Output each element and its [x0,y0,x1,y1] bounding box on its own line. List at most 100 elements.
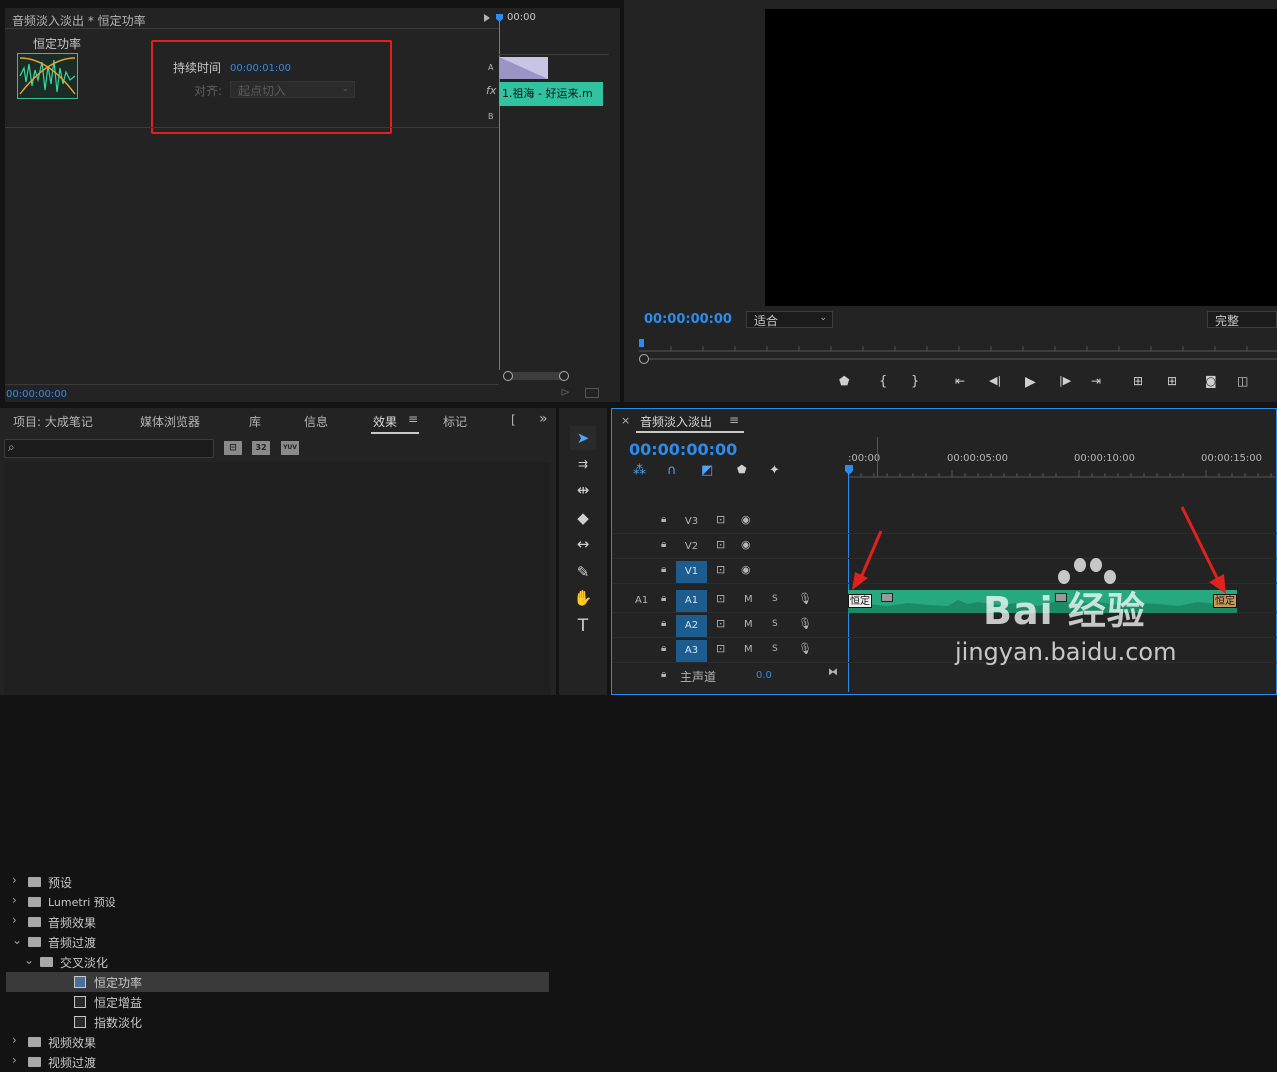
tree-item[interactable]: ⌄ 交叉淡化 [6,952,549,972]
wrench-icon[interactable]: ✦ [769,463,780,478]
quality-select[interactable]: 完整 [1207,311,1277,328]
microphone-icon[interactable]: 🎙︎ [798,592,812,605]
tab-project[interactable]: 项目: 大成笔记 [13,413,93,430]
scroll-handle-right[interactable] [559,371,569,381]
master-end-icon[interactable]: ⧓ [828,667,838,678]
tree-item[interactable]: 指数淡化 [6,1012,549,1032]
track-target-v1[interactable]: V1 [676,561,707,583]
more-tabs-icon[interactable]: » [539,411,548,427]
hand-tool-icon[interactable]: ✋ [570,586,596,610]
mute-button[interactable]: M [744,644,753,655]
lock-icon[interactable]: 🔒︎ [661,564,666,575]
32bit-effects-icon[interactable]: 32 [252,441,270,455]
timeline-close-icon[interactable]: × [621,414,630,427]
lock-icon[interactable]: 🔒︎ [661,539,666,550]
chevron-down-icon[interactable]: ⌄ [12,933,22,947]
timeline-marker-icon[interactable]: ⬟ [737,463,747,476]
lock-icon[interactable]: 🔒︎ [661,514,666,525]
tab-effects-menu-icon[interactable]: ≡ [408,412,418,426]
solo-button[interactable]: S [772,644,778,654]
chevron-right-icon[interactable]: › [12,1053,17,1067]
mark-out-icon[interactable]: } [911,374,919,389]
slip-tool-icon[interactable]: ↔ [570,532,596,556]
go-to-out-icon[interactable]: ⇥ [1091,374,1101,388]
transition-end-label[interactable]: 恒定 [1213,594,1237,608]
monitor-zoom-bar[interactable] [639,354,1277,364]
lift-icon[interactable]: ⊞ [1133,374,1143,388]
sync-lock-icon[interactable]: ⊡ [716,592,725,605]
tab-library[interactable]: 库 [249,413,261,430]
play-triangle-icon[interactable] [484,14,490,22]
lock-icon[interactable]: 🔒︎ [661,593,666,604]
yuv-effects-icon[interactable]: YUV [281,441,299,455]
fit-select[interactable]: 适合 ⌄ [746,311,833,328]
track-target-v2[interactable]: V2 [676,536,707,558]
chevron-right-icon[interactable]: › [12,893,17,907]
tree-item[interactable]: › 预设 [6,872,549,892]
tab-overflow[interactable]: [ [511,413,516,427]
source-patch-a1[interactable]: A1 [635,595,648,606]
chevron-right-icon[interactable]: › [12,1033,17,1047]
mute-button[interactable]: M [744,619,753,630]
transition-block[interactable] [499,57,548,79]
tree-item[interactable]: 恒定增益 [6,992,549,1012]
search-input[interactable]: ⌕ [4,439,214,458]
accelerated-effects-icon[interactable]: ⊟ [224,441,242,455]
track-target-a3[interactable]: A3 [676,640,707,662]
solo-button[interactable]: S [772,619,778,629]
tree-item[interactable]: › Lumetri 预设 [6,892,549,912]
timeline-menu-icon[interactable]: ≡ [729,413,739,427]
nest-icon[interactable]: ◩ [701,463,713,478]
razor-tool-icon[interactable]: ◆ [570,506,596,530]
zoom-handle[interactable] [639,354,649,364]
scroll-handle-left[interactable] [503,371,513,381]
chevron-right-icon[interactable]: › [12,873,17,887]
sync-lock-icon[interactable]: ⊡ [716,513,725,526]
tree-item[interactable]: › 视频效果 [6,1032,549,1052]
pen-tool-icon[interactable]: ✎ [570,560,596,584]
solo-button[interactable]: S [772,594,778,604]
sync-lock-icon[interactable]: ⊡ [716,617,725,630]
effect-thumbnail[interactable] [17,53,78,99]
tree-item[interactable]: ⌄ 音频过渡 [6,932,549,952]
monitor-ruler[interactable] [639,338,1277,352]
track-select-tool-icon[interactable]: ⇉ [570,452,596,476]
eye-icon[interactable]: ◉ [741,563,751,576]
sync-lock-icon[interactable]: ⊡ [716,642,725,655]
eye-icon[interactable]: ◉ [741,513,751,526]
step-forward-icon[interactable]: |▶ [1059,374,1071,387]
timeline-timecode[interactable]: 00:00:00:00 [629,440,737,459]
timeline-ruler[interactable]: :00:00 00:00:05:00 00:00:10:00 00:00:15:… [848,448,1277,480]
add-marker-icon[interactable]: ⬟ [839,374,849,388]
extract-icon[interactable]: ⊞ [1167,374,1177,388]
lock-icon[interactable]: 🔒︎ [661,643,666,654]
camera-icon[interactable]: ◙ [1205,374,1217,388]
program-timecode[interactable]: 00:00:00:00 [644,312,732,327]
tab-info[interactable]: 信息 [304,413,328,430]
snap-icon[interactable]: ⁂ [633,463,646,478]
step-back-icon[interactable]: ◀| [989,374,1001,387]
tree-item[interactable]: 恒定功率 [6,972,549,992]
lock-icon[interactable]: 🔒︎ [661,669,666,680]
play-icon[interactable]: ▶ [1025,374,1036,390]
ripple-edit-tool-icon[interactable]: ⇹ [570,478,596,502]
tree-item[interactable]: › 视频过渡 [6,1052,549,1072]
mark-in-icon[interactable]: { [879,374,887,389]
tab-markers[interactable]: 标记 [443,413,467,430]
tab-media-browser[interactable]: 媒体浏览器 [140,413,200,430]
fx-badge-icon[interactable] [881,593,893,602]
mini-clip[interactable]: 1.祖海 - 好运来.m [499,82,603,106]
mini-scrollbar[interactable] [503,371,569,381]
track-target-a1[interactable]: A1 [676,590,707,612]
lock-icon[interactable]: 🔒︎ [661,618,666,629]
sync-lock-icon[interactable]: ⊡ [716,563,725,576]
tab-effects[interactable]: 效果 [373,413,397,430]
chevron-down-icon[interactable]: ⌄ [24,953,34,967]
transition-start-label[interactable]: 恒定 [848,594,872,608]
eye-icon[interactable]: ◉ [741,538,751,551]
go-to-in-icon[interactable]: ⇤ [955,374,965,388]
chevron-right-icon[interactable]: › [12,913,17,927]
export-icon[interactable] [585,388,599,398]
master-volume-value[interactable]: 0.0 [756,670,772,681]
tree-item[interactable]: › 音频效果 [6,912,549,932]
